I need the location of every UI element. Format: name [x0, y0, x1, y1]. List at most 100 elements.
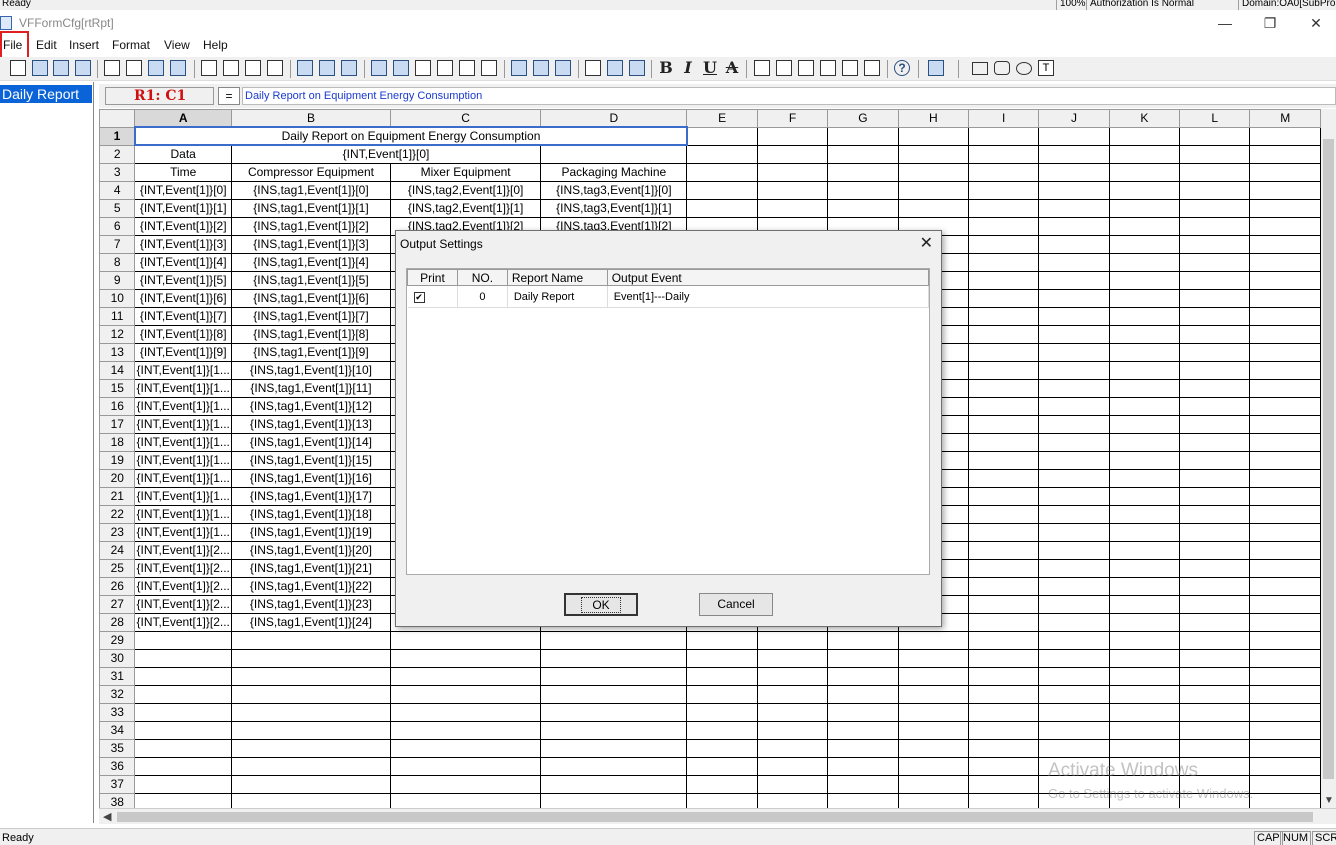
ellipse-icon[interactable] — [1016, 62, 1032, 75]
restore-button[interactable]: ❐ — [1260, 14, 1280, 32]
grid-cell[interactable] — [968, 414, 1040, 434]
grid-cell[interactable]: {INS,tag1,Event[1]}[14] — [230, 432, 392, 452]
row-header[interactable]: 6 — [99, 216, 136, 236]
grid-cell[interactable] — [686, 792, 758, 808]
menu-format[interactable]: Format — [112, 38, 150, 52]
grid-cell[interactable] — [1038, 288, 1110, 308]
grid-cell[interactable] — [968, 324, 1040, 344]
grid-cell[interactable]: {INS,tag1,Event[1]}[2] — [230, 216, 392, 236]
grid-cell[interactable]: {INT,Event[1]}[5] — [134, 270, 232, 290]
row-header[interactable]: 24 — [99, 540, 136, 560]
grid-cell[interactable] — [1249, 702, 1321, 722]
grid-cell[interactable] — [1108, 180, 1181, 200]
cut-icon[interactable] — [201, 60, 217, 76]
grid-cell[interactable] — [827, 126, 899, 146]
column-header-output-event[interactable]: Output Event — [606, 269, 930, 286]
fill-color-icon[interactable] — [607, 60, 623, 76]
grid-cell[interactable] — [968, 522, 1040, 542]
grid-cell[interactable] — [1179, 540, 1251, 560]
grid-cell[interactable] — [968, 180, 1040, 200]
grid-cell[interactable] — [1108, 306, 1181, 326]
grid-cell[interactable] — [390, 648, 542, 668]
grid-cell[interactable] — [756, 702, 829, 722]
column-header-d[interactable]: D — [540, 109, 688, 128]
grid-cell[interactable] — [756, 666, 829, 686]
grid-cell[interactable] — [1108, 612, 1181, 632]
open-folder-icon[interactable] — [32, 60, 48, 76]
date-formula-cell[interactable]: {INT,Event[1]}[0] — [230, 144, 542, 164]
grid-cell[interactable] — [897, 648, 970, 668]
sort-icon[interactable] — [341, 60, 357, 76]
grid-cell[interactable] — [1108, 432, 1181, 452]
grid-cell[interactable] — [1249, 648, 1321, 668]
grid-cell[interactable] — [1249, 594, 1321, 614]
menu-view[interactable]: View — [164, 38, 190, 52]
grid-cell[interactable] — [1179, 612, 1251, 632]
grid-cell[interactable]: {INT,Event[1]}[2... — [134, 612, 232, 632]
grid-cell[interactable] — [756, 144, 829, 164]
grid-cell[interactable] — [1249, 342, 1321, 362]
grid-cell[interactable] — [686, 666, 758, 686]
grid-cell[interactable] — [756, 630, 829, 650]
grid-cell[interactable] — [1249, 306, 1321, 326]
grid-cell[interactable] — [686, 738, 758, 758]
grid-cell[interactable] — [134, 630, 232, 650]
grid-cell[interactable] — [1038, 702, 1110, 722]
grid-cell[interactable] — [1179, 504, 1251, 524]
grid-cell[interactable]: {INS,tag1,Event[1]}[23] — [230, 594, 392, 614]
column-header-h[interactable]: H — [897, 109, 970, 128]
row-header[interactable]: 4 — [99, 180, 136, 200]
grid-cell[interactable] — [897, 162, 970, 182]
horizontal-scroll-thumb[interactable] — [117, 812, 1313, 822]
grid-cell[interactable] — [1179, 198, 1251, 218]
grid-cell[interactable] — [1249, 540, 1321, 560]
grid-cell[interactable] — [134, 684, 232, 704]
grid-cell[interactable] — [1179, 378, 1251, 398]
row-header[interactable]: 8 — [99, 252, 136, 272]
grid-cell[interactable]: {INT,Event[1]}[1... — [134, 378, 232, 398]
grid-cell[interactable]: {INT,Event[1]}[3] — [134, 234, 232, 254]
row-header[interactable]: 3 — [99, 162, 136, 182]
grid-cell[interactable] — [1249, 774, 1321, 794]
row-header[interactable]: 18 — [99, 432, 136, 452]
grid-cell[interactable] — [134, 702, 232, 722]
grid-cell[interactable]: {INS,tag1,Event[1]}[4] — [230, 252, 392, 272]
grid-cell[interactable] — [1179, 486, 1251, 506]
grid-cell[interactable] — [897, 756, 970, 776]
column-header-print[interactable]: Print — [407, 269, 458, 286]
grid-cell[interactable] — [134, 648, 232, 668]
bold-icon[interactable]: B — [658, 60, 674, 76]
grid-cell[interactable] — [968, 504, 1040, 524]
dialog-close-icon[interactable]: ✕ — [920, 233, 933, 253]
eraser-icon[interactable] — [511, 60, 527, 76]
grid-cell[interactable] — [968, 198, 1040, 218]
grid-cell[interactable] — [1179, 270, 1251, 290]
grid-cell[interactable] — [897, 792, 970, 808]
grid-cell[interactable] — [827, 198, 899, 218]
grid-cell[interactable] — [1179, 288, 1251, 308]
grid-cell[interactable] — [968, 234, 1040, 254]
grid-cell[interactable] — [968, 720, 1040, 740]
grid-cell[interactable]: {INS,tag1,Event[1]}[8] — [230, 324, 392, 344]
grid-cell[interactable]: {INS,tag1,Event[1]}[11] — [230, 378, 392, 398]
grid-cell[interactable] — [1108, 720, 1181, 740]
grid-cell[interactable] — [827, 648, 899, 668]
grid-cell[interactable] — [827, 162, 899, 182]
grid-cell[interactable] — [1108, 540, 1181, 560]
grid-cell[interactable] — [1179, 396, 1251, 416]
grid-cell[interactable] — [1108, 738, 1181, 758]
grid-cell[interactable] — [134, 792, 232, 808]
text-box-icon[interactable]: T — [1038, 60, 1054, 76]
grid-cell[interactable] — [540, 630, 688, 650]
row-header[interactable]: 17 — [99, 414, 136, 434]
grid-cell[interactable] — [756, 198, 829, 218]
fill-icon[interactable] — [533, 60, 549, 76]
row-header[interactable]: 16 — [99, 396, 136, 416]
grid-cell[interactable]: {INS,tag1,Event[1]}[1] — [230, 198, 392, 218]
grid-cell[interactable] — [897, 720, 970, 740]
grid-cell[interactable] — [1249, 396, 1321, 416]
grid-cell[interactable] — [1038, 360, 1110, 380]
grid-cell[interactable] — [1179, 144, 1251, 164]
grid-cell[interactable]: {INT,Event[1]}[1] — [134, 198, 232, 218]
font-icon[interactable] — [585, 60, 601, 76]
